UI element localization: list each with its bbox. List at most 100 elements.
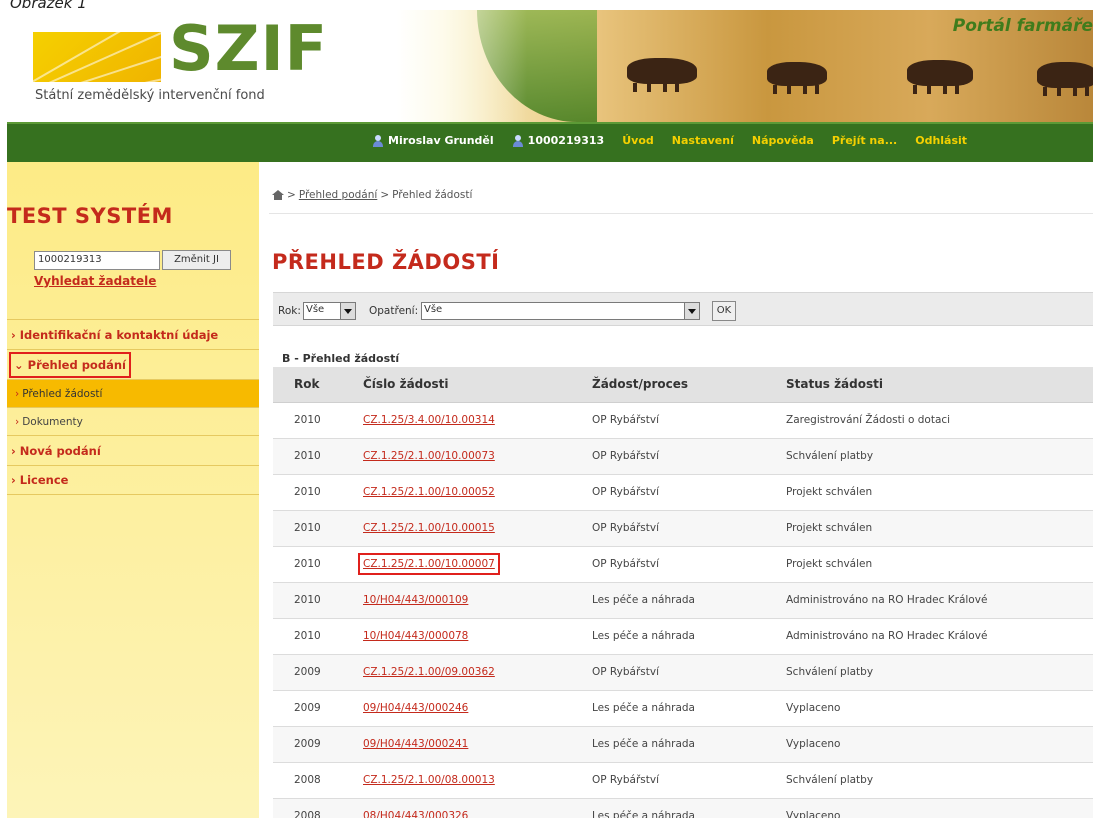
header-banner: SZIF Státní zemědělský intervenční fond …: [7, 10, 1093, 122]
cell-rok: 2010: [273, 510, 353, 547]
nav-nastaveni[interactable]: Nastavení: [672, 134, 734, 147]
logo-text: SZIF: [169, 12, 329, 85]
cell-status: Administrováno na RO Hradec Králové: [776, 582, 1093, 619]
table-row: 2010 CZ.1.25/2.1.00/10.00015 OP Rybářstv…: [273, 510, 1093, 547]
sidebar-item-label: Licence: [19, 473, 69, 487]
filter-bar: Rok: Vše Opatření: Vše OK: [273, 292, 1093, 326]
logo-subtitle: Státní zemědělský intervenční fond: [35, 88, 265, 103]
cell-rok: 2008: [273, 798, 353, 818]
cell-cislo: CZ.1.25/3.4.00/10.00314: [353, 402, 582, 439]
application-link-highlighted[interactable]: CZ.1.25/2.1.00/10.00007: [358, 553, 500, 575]
chevron-right-icon: ›: [11, 327, 16, 342]
col-header-status: Status žádosti: [776, 367, 1093, 403]
cell-status: Projekt schválen: [776, 546, 1093, 583]
cell-cislo: 08/H04/443/000326: [353, 798, 582, 818]
cell-status: Projekt schválen: [776, 474, 1093, 511]
user-icon: [372, 134, 384, 147]
nav-odhlasit[interactable]: Odhlásit: [915, 134, 967, 147]
sidebar-subitem-prehled-zadosti[interactable]: › Přehled žádostí: [7, 379, 259, 407]
sidebar-item-licence[interactable]: › Licence: [7, 465, 259, 495]
cell-proces: OP Rybářství: [582, 546, 776, 583]
cow-image: [1037, 62, 1093, 96]
browser-page: SZIF Státní zemědělský intervenční fond …: [7, 10, 1093, 818]
cow-image: [767, 62, 827, 94]
ji-info: 1000219313: [512, 134, 604, 147]
sidebar-subitem-dokumenty[interactable]: › Dokumenty: [7, 407, 259, 435]
nav-prejit-na[interactable]: Přejít na...: [832, 134, 897, 147]
cell-proces: Les péče a náhrada: [582, 690, 776, 727]
cell-cislo: CZ.1.25/2.1.00/09.00362: [353, 654, 582, 691]
application-link[interactable]: 09/H04/443/000246: [363, 702, 468, 714]
portal-title: Portál farmáře: [952, 16, 1093, 36]
opatreni-select[interactable]: Vše: [421, 302, 700, 320]
sidebar-item-label: Dokumenty: [22, 415, 83, 428]
search-applicant-link[interactable]: Vyhledat žadatele: [34, 274, 156, 288]
sidebar-item-prehled-podani[interactable]: ⌄ Přehled podání: [7, 349, 259, 379]
opatreni-label: Opatření:: [369, 305, 419, 317]
application-link[interactable]: 09/H04/443/000241: [363, 738, 468, 750]
sidebar-item-identifikacni[interactable]: › Identifikační a kontaktní údaje: [7, 319, 259, 349]
cell-proces: OP Rybářství: [582, 762, 776, 799]
cell-status: Schválení platby: [776, 762, 1093, 799]
applications-table: Rok Číslo žádosti Žádost/proces Status ž…: [273, 367, 1093, 818]
table-row: 2009 09/H04/443/000241 Les péče a náhrad…: [273, 726, 1093, 763]
cow-image: [627, 58, 697, 92]
cell-proces: Les péče a náhrada: [582, 726, 776, 763]
application-link[interactable]: 10/H04/443/000109: [363, 594, 468, 606]
chevron-down-icon: [684, 303, 699, 319]
ji-input[interactable]: 1000219313: [34, 251, 160, 270]
cell-proces: OP Rybářství: [582, 654, 776, 691]
cell-rok: 2008: [273, 762, 353, 799]
table-row: 2010 CZ.1.25/2.1.00/10.00007 OP Rybářstv…: [273, 546, 1093, 583]
rok-select[interactable]: Vše: [303, 302, 356, 320]
table-row: 2010 CZ.1.25/2.1.00/10.00073 OP Rybářstv…: [273, 438, 1093, 475]
rok-label: Rok:: [278, 305, 301, 317]
application-link[interactable]: CZ.1.25/2.1.00/09.00362: [363, 666, 495, 678]
cell-status: Zaregistrování Žádosti o dotaci: [776, 402, 1093, 439]
table-row: 2008 CZ.1.25/2.1.00/08.00013 OP Rybářstv…: [273, 762, 1093, 799]
application-link[interactable]: CZ.1.25/2.1.00/10.00073: [363, 450, 495, 462]
application-link[interactable]: CZ.1.25/2.1.00/10.00015: [363, 522, 495, 534]
cell-cislo: CZ.1.25/2.1.00/10.00052: [353, 474, 582, 511]
col-header-rok: Rok: [273, 367, 353, 403]
cell-proces: Les péče a náhrada: [582, 798, 776, 818]
chevron-right-icon: ›: [15, 415, 20, 428]
cell-cislo: CZ.1.25/2.1.00/10.00007: [353, 546, 582, 583]
table-title: B - Přehled žádostí: [282, 352, 400, 365]
cell-cislo: 10/H04/443/000109: [353, 582, 582, 619]
application-link[interactable]: 10/H04/443/000078: [363, 630, 468, 642]
nav-uvod[interactable]: Úvod: [622, 134, 654, 147]
breadcrumb-link-prehled-podani[interactable]: Přehled podání: [299, 189, 378, 201]
cell-rok: 2010: [273, 618, 353, 655]
sidebar: TEST SYSTÉM 1000219313 Změnit JI Vyhleda…: [7, 162, 259, 818]
chevron-down-icon: [340, 303, 355, 319]
highlight-box: ⌄ Přehled podání: [9, 351, 131, 378]
top-navbar: Miroslav Grunděl 1000219313 Úvod Nastave…: [7, 122, 1093, 162]
cell-status: Schválení platby: [776, 654, 1093, 691]
cow-image: [907, 60, 973, 94]
cell-cislo: CZ.1.25/2.1.00/08.00013: [353, 762, 582, 799]
main-content: > Přehled podání > Přehled žádostí PŘEHL…: [259, 162, 1093, 818]
cell-status: Vyplaceno: [776, 690, 1093, 727]
table-row: 2008 08/H04/443/000326 Les péče a náhrad…: [273, 798, 1093, 818]
sidebar-item-nova-podani[interactable]: › Nová podání: [7, 435, 259, 465]
application-link[interactable]: CZ.1.25/2.1.00/10.00052: [363, 486, 495, 498]
col-header-proces: Žádost/proces: [582, 367, 776, 403]
ok-button[interactable]: OK: [712, 301, 736, 321]
sidebar-item-label: Nová podání: [19, 443, 101, 458]
table-row: 2010 10/H04/443/000078 Les péče a náhrad…: [273, 618, 1093, 655]
cell-cislo: 09/H04/443/000241: [353, 726, 582, 763]
cell-cislo: 10/H04/443/000078: [353, 618, 582, 655]
nav-napoveda[interactable]: Nápověda: [752, 134, 814, 147]
application-link[interactable]: 08/H04/443/000326: [363, 810, 468, 818]
change-ji-button[interactable]: Změnit JI: [162, 250, 231, 270]
cell-rok: 2010: [273, 474, 353, 511]
home-icon[interactable]: [272, 189, 284, 201]
application-link[interactable]: CZ.1.25/3.4.00/10.00314: [363, 414, 495, 426]
cell-rok: 2009: [273, 690, 353, 727]
cell-rok: 2009: [273, 654, 353, 691]
table-row: 2010 CZ.1.25/2.1.00/10.00052 OP Rybářstv…: [273, 474, 1093, 511]
cell-status: Projekt schválen: [776, 510, 1093, 547]
application-link[interactable]: CZ.1.25/2.1.00/08.00013: [363, 774, 495, 786]
cell-proces: OP Rybářství: [582, 474, 776, 511]
